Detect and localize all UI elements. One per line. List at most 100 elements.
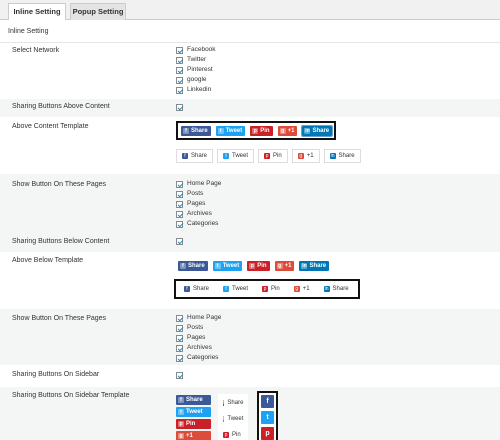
checkbox-pinterest[interactable] bbox=[176, 67, 183, 74]
row-sharing-below: Sharing Buttons Below Content bbox=[0, 233, 500, 251]
checkbox-sharing-below[interactable] bbox=[176, 238, 183, 245]
google-icon: g bbox=[279, 127, 286, 134]
google-icon: g bbox=[293, 286, 300, 292]
checkbox-home-page[interactable] bbox=[176, 181, 183, 188]
facebook-icon: f bbox=[261, 395, 274, 408]
share-button-google: g +1 bbox=[291, 149, 320, 163]
pinterest-icon: p bbox=[249, 263, 256, 269]
checkbox-label: Home Page bbox=[187, 180, 222, 187]
checkbox-archives[interactable] bbox=[176, 345, 183, 352]
share-button-pinterest: p Pin bbox=[176, 419, 211, 429]
share-button-linkedin: in Share bbox=[323, 149, 361, 163]
share-button-facebook: f Share bbox=[179, 282, 215, 296]
share-button-pinterest: p Pin bbox=[250, 125, 273, 136]
checkbox-sharing-sidebar[interactable] bbox=[176, 372, 183, 379]
pinterest-icon: p bbox=[223, 432, 229, 438]
checkbox-label: Categories bbox=[187, 354, 219, 361]
checkbox-pages[interactable] bbox=[176, 335, 183, 342]
facebook-icon: f bbox=[180, 263, 186, 269]
facebook-icon: f bbox=[223, 400, 225, 406]
checkbox-label: Pages bbox=[187, 200, 206, 207]
template-option-solid-vertical[interactable]: f Share t Tweet p Pin g +1 bbox=[176, 395, 211, 440]
twitter-icon: t bbox=[223, 416, 225, 422]
tab-inline-setting[interactable]: Inline Setting bbox=[8, 3, 66, 21]
checkbox-label: Home Page bbox=[187, 314, 222, 321]
share-button-linkedin: in Share bbox=[299, 261, 330, 271]
checkbox-label: Posts bbox=[187, 190, 204, 197]
twitter-icon: t bbox=[217, 127, 224, 134]
checkbox-categories[interactable] bbox=[176, 355, 183, 362]
checkbox-archives[interactable] bbox=[176, 211, 183, 218]
linkedin-icon: in bbox=[304, 127, 311, 134]
facebook-icon: f bbox=[183, 127, 189, 134]
tab-popup-setting[interactable]: Popup Setting bbox=[70, 3, 126, 21]
template-option-outline-vertical[interactable]: f Share t Tweet p Pin bbox=[218, 394, 248, 440]
checkbox-label: Categories bbox=[187, 220, 219, 227]
share-button-pinterest: p Pin bbox=[247, 261, 270, 271]
twitter-icon: t bbox=[223, 153, 230, 159]
row-label: Sharing Buttons On Sidebar Template bbox=[12, 392, 130, 399]
checkbox-pages[interactable] bbox=[176, 201, 183, 208]
checkbox-sharing-above[interactable] bbox=[176, 104, 183, 111]
share-button-twitter: t Tweet bbox=[217, 149, 255, 163]
row-label: Show Button On These Pages bbox=[12, 181, 107, 188]
row-below-template: Above Below Template f Share t Tweet p Pin … bbox=[0, 252, 500, 310]
share-button-twitter: t Tweet bbox=[176, 407, 211, 417]
template-option-outline[interactable]: f Share t Tweet p Pin g +1 in Share bbox=[174, 279, 360, 299]
share-button-facebook: f Share bbox=[181, 125, 211, 136]
template-option-solid[interactable]: f Share t Tweet p Pin g +1 in Share bbox=[178, 260, 334, 272]
template-option-icons-vertical[interactable]: f t p bbox=[257, 391, 278, 440]
checkbox-linkedin[interactable] bbox=[176, 87, 183, 94]
share-button-pinterest: p Pin bbox=[257, 282, 285, 296]
checkbox-twitter[interactable] bbox=[176, 57, 183, 64]
pinterest-icon: p bbox=[264, 153, 271, 159]
checkbox-categories[interactable] bbox=[176, 221, 183, 228]
row-show-pages-below: Show Button On These Pages Home Page Pos… bbox=[0, 309, 500, 365]
tab-bar: Inline Setting Popup Setting bbox=[0, 0, 500, 21]
row-label: Above Below Template bbox=[12, 257, 84, 264]
share-button-twitter: t Tweet bbox=[215, 125, 246, 136]
checkbox-home-page[interactable] bbox=[176, 315, 183, 322]
checkbox-label: Posts bbox=[187, 324, 204, 331]
row-label: Sharing Buttons Above Content bbox=[12, 103, 110, 110]
row-label: Show Button On These Pages bbox=[12, 315, 107, 322]
row-label: Select Network bbox=[12, 47, 60, 54]
share-button-linkedin: in Share bbox=[301, 124, 334, 137]
pinterest-icon: p bbox=[261, 427, 274, 440]
template-option-solid[interactable]: f Share t Tweet p Pin g +1 in Share bbox=[176, 121, 337, 140]
row-above-template: Above Content Template f Share t Tweet p Pi… bbox=[0, 118, 500, 173]
checkbox-google[interactable] bbox=[176, 77, 183, 84]
checkbox-label: Pages bbox=[187, 334, 206, 341]
checkbox-posts[interactable] bbox=[176, 191, 183, 198]
linkedin-icon: in bbox=[301, 263, 308, 269]
share-button-facebook: f Share bbox=[178, 261, 208, 271]
linkedin-icon: in bbox=[329, 153, 336, 159]
row-label: Above Content Template bbox=[12, 123, 89, 130]
share-button-pinterest: p Pin bbox=[258, 149, 288, 163]
row-label: Sharing Buttons Below Content bbox=[12, 238, 110, 245]
share-button-twitter: t Tweet bbox=[212, 261, 243, 271]
checkbox-label: Twitter bbox=[187, 56, 207, 63]
facebook-icon: f bbox=[184, 286, 190, 292]
facebook-icon: f bbox=[178, 397, 184, 403]
share-button-linkedin: in Share bbox=[318, 282, 354, 296]
google-icon: g bbox=[276, 263, 283, 269]
facebook-icon: f bbox=[182, 153, 188, 159]
share-button-google: g +1 bbox=[176, 431, 211, 440]
twitter-icon: t bbox=[214, 263, 221, 269]
share-button-pinterest: p Pin bbox=[218, 428, 248, 440]
template-option-outline[interactable]: f Share t Tweet p Pin g +1 in Share bbox=[176, 147, 365, 165]
row-sharing-sidebar: Sharing Buttons On Sidebar bbox=[0, 366, 500, 386]
share-button-google: g +1 bbox=[288, 282, 315, 296]
google-icon: g bbox=[297, 153, 304, 159]
pinterest-icon: p bbox=[178, 421, 184, 427]
checkbox-label: Linkedin bbox=[187, 86, 212, 93]
pinterest-icon: p bbox=[262, 286, 269, 292]
checkbox-label: Facebook bbox=[187, 46, 216, 53]
twitter-icon: t bbox=[223, 286, 230, 292]
checkbox-facebook[interactable] bbox=[176, 47, 183, 54]
google-icon: g bbox=[178, 433, 184, 439]
checkbox-label: Pinterest bbox=[187, 66, 213, 73]
share-button-twitter: t Tweet bbox=[218, 412, 248, 426]
checkbox-posts[interactable] bbox=[176, 325, 183, 332]
